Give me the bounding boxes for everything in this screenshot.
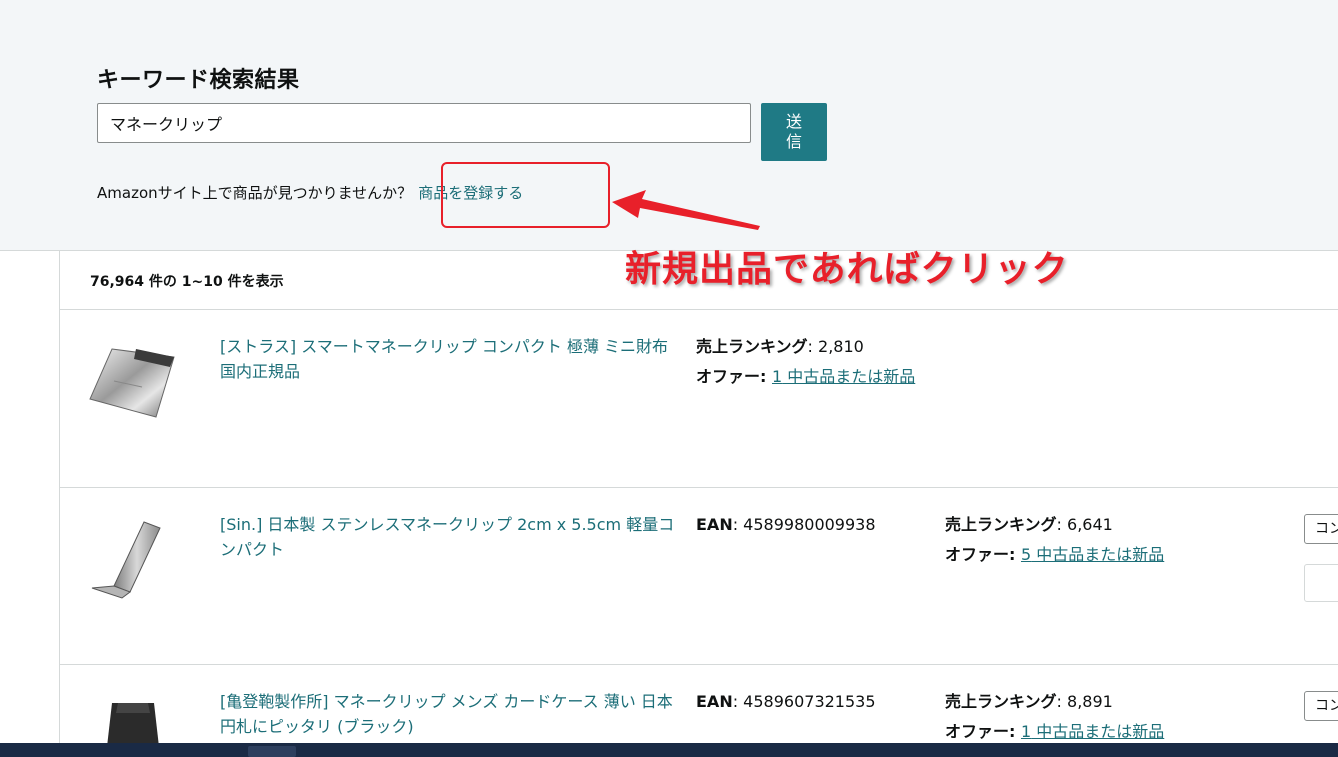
os-taskbar [0,743,1338,757]
result-row: [Sin.] 日本製 ステンレスマネークリップ 2cm x 5.5cm 軽量コン… [60,487,1338,664]
ean-info: EAN: 4589980009938 [696,515,876,534]
offer-link[interactable]: 1 中古品または新品 [772,367,915,386]
taskbar-item[interactable] [248,746,296,757]
send-button[interactable]: 送信 [761,103,827,161]
page-title: キーワード検索結果 [97,68,300,93]
rank-info: 売上ランキング: 8,891 [945,692,1113,711]
money-clip-silver-icon[interactable] [84,335,184,435]
offer-link[interactable]: 5 中古品または新品 [1021,545,1164,564]
rank-info: 売上ランキング: 2,810 [696,337,864,356]
money-clip-steel-icon[interactable] [84,510,184,610]
offer-info: オファー: 1 中古品または新品 [696,367,916,386]
rank-info: 売上ランキング: 6,641 [945,515,1113,534]
product-title-link[interactable]: [亀登鞄製作所] マネークリップ メンズ カードケース 薄い 日本円札にピッタリ… [220,689,682,739]
secondary-button[interactable] [1304,564,1338,602]
annotation-arrow-icon [612,190,760,230]
condition-select[interactable]: コン [1304,514,1338,544]
annotation-caption: 新規出品であればクリック [625,249,1069,290]
product-title-link[interactable]: [Sin.] 日本製 ステンレスマネークリップ 2cm x 5.5cm 軽量コン… [220,512,682,562]
annotation-highlight-box [441,162,610,228]
product-title-link[interactable]: [ストラス] スマートマネークリップ コンパクト 極薄 ミニ財布 国内正規品 [220,334,682,384]
result-count: 76,964 件の 1~10 件を表示 [90,274,284,290]
search-input[interactable] [97,103,751,143]
offer-link[interactable]: 1 中古品または新品 [1021,722,1164,741]
offer-info: オファー: 5 中古品または新品 [945,545,1165,564]
not-found-text: Amazonサイト上で商品が見つかりませんか？ [97,184,413,202]
condition-select[interactable]: コン [1304,691,1338,721]
result-row: [ストラス] スマートマネークリップ コンパクト 極薄 ミニ財布 国内正規品 売… [60,309,1338,487]
ean-info: EAN: 4589607321535 [696,692,876,711]
